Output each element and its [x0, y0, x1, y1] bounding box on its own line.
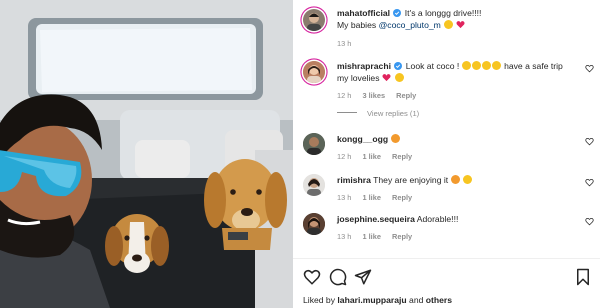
grinning-face-emoji-icon — [482, 61, 492, 70]
caption-text: It's a longgg drive!!!! — [404, 8, 482, 18]
comment-likes[interactable]: 1 like — [362, 193, 381, 202]
comment-text: Look at coco ! — [405, 61, 460, 71]
heart-outline-icon[interactable] — [303, 268, 321, 286]
tongue-out-emoji-icon — [463, 175, 473, 184]
paper-plane-icon[interactable] — [354, 268, 372, 286]
comment-likes[interactable]: 3 likes — [362, 91, 385, 100]
comment-time: 13 h — [337, 193, 352, 202]
smiling-face-emoji-icon — [443, 20, 453, 29]
liked-by-others[interactable]: others — [426, 295, 452, 305]
comment-text: They are enjoying it — [373, 175, 449, 185]
post-action-bar: Liked by lahari.mupparaju and others — [293, 258, 600, 308]
like-comment-heart-icon[interactable] — [585, 137, 594, 146]
red-heart-emoji-icon — [382, 74, 391, 82]
post-caption: mahatofficial It's a longgg drive!!!! My… — [303, 7, 594, 50]
heart-eyes-emoji-icon — [451, 175, 461, 184]
comment-time: 12 h — [337, 91, 352, 100]
avatar[interactable] — [303, 213, 325, 235]
divider — [337, 112, 357, 113]
post-photo — [0, 0, 293, 308]
reply-button[interactable]: Reply — [392, 152, 412, 161]
avatar[interactable] — [303, 174, 325, 196]
comment-item: josephine.sequeira Adorable!!! 13 h 1 li… — [303, 213, 594, 243]
comment-username[interactable]: josephine.sequeira — [337, 214, 415, 224]
verified-icon — [393, 9, 402, 17]
comment-time: 12 h — [337, 152, 352, 161]
comment-item: kongg__ogg 12 h 1 like Reply — [303, 133, 594, 163]
view-replies-button[interactable]: View replies (1) — [337, 109, 419, 118]
winking-face-emoji-icon — [394, 73, 404, 82]
liked-by-join: and — [409, 295, 424, 305]
red-heart-emoji-icon — [456, 21, 465, 29]
reply-button[interactable]: Reply — [392, 193, 412, 202]
avatar[interactable] — [303, 61, 325, 83]
grinning-face-emoji-icon — [492, 61, 502, 70]
liked-by-user[interactable]: lahari.mupparaju — [337, 295, 406, 305]
verified-icon — [394, 62, 403, 70]
avatar[interactable] — [303, 9, 325, 31]
caption-line2: My babies — [337, 20, 379, 30]
comment-time: 13 h — [337, 232, 352, 241]
comment-text: Adorable!!! — [416, 214, 459, 224]
reply-button[interactable]: Reply — [392, 232, 412, 241]
grinning-face-emoji-icon — [472, 61, 482, 70]
avatar[interactable] — [303, 133, 325, 155]
comment-item: rimishra They are enjoying it 13 h 1 lik… — [303, 174, 594, 204]
like-comment-heart-icon[interactable] — [585, 178, 594, 187]
comment-likes[interactable]: 1 like — [362, 152, 381, 161]
like-comment-heart-icon[interactable] — [585, 64, 594, 73]
comments-panel: mahatofficial It's a longgg drive!!!! My… — [293, 0, 600, 308]
grinning-face-emoji-icon — [462, 61, 472, 70]
comment-bubble-icon[interactable] — [329, 268, 347, 286]
caption-mention[interactable]: @coco_pluto_m — [379, 20, 441, 30]
bookmark-icon[interactable] — [574, 268, 592, 286]
comment-likes[interactable]: 1 like — [362, 232, 381, 241]
like-comment-heart-icon[interactable] — [585, 217, 594, 226]
view-replies-label: View replies (1) — [367, 109, 420, 118]
liked-by-text: Liked by lahari.mupparaju and others — [303, 295, 452, 305]
reply-button[interactable]: Reply — [396, 91, 416, 100]
caption-time: 13 h — [337, 39, 352, 48]
comment-username[interactable]: mishraprachi — [337, 61, 391, 71]
comment-username[interactable]: rimishra — [337, 175, 371, 185]
comment-username[interactable]: kongg__ogg — [337, 134, 388, 144]
heart-eyes-emoji-icon — [390, 134, 400, 143]
liked-by-prefix: Liked by — [303, 295, 336, 305]
caption-author[interactable]: mahatofficial — [337, 8, 390, 18]
comment-item: mishraprachi Look at coco ! have a safe … — [303, 60, 594, 102]
